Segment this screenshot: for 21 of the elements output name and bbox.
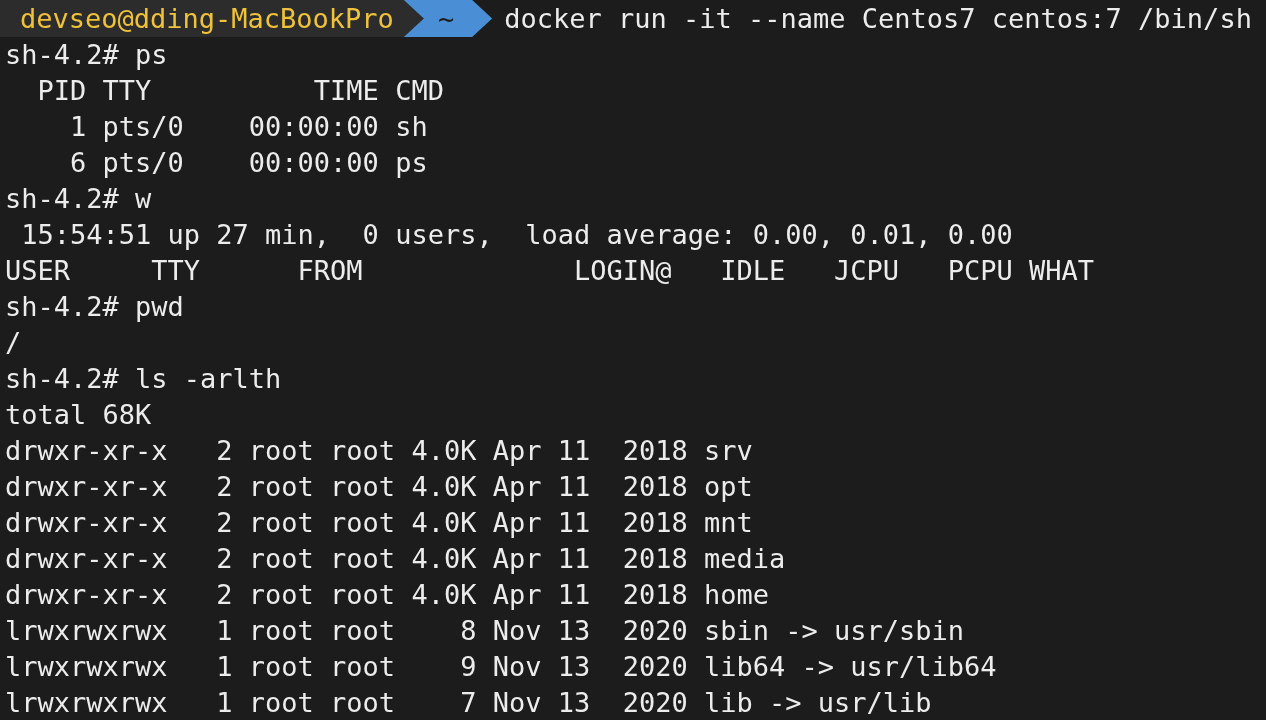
terminal-line: sh-4.2# w: [4, 182, 153, 216]
terminal-line: USER TTY FROM LOGIN@ IDLE JCPU PCPU WHAT: [4, 254, 1096, 288]
terminal-line: lrwxrwxrwx 1 root root 8 Nov 13 2020 sbin -> usr/sbin: [4, 614, 966, 648]
terminal-line: PID TTY TIME CMD: [36, 74, 445, 108]
terminal-line: drwxr-xr-x 2 root root 4.0K Apr 11 2018 srv: [4, 434, 754, 468]
terminal-line: total 68K: [4, 398, 153, 432]
terminal-line: /: [4, 326, 23, 360]
terminal-line: sh-4.2# ps: [4, 38, 169, 72]
terminal-line: sh-4.2# ls -arlth: [4, 362, 283, 396]
terminal-line: lrwxrwxrwx 1 root root 7 Nov 13 2020 lib -> usr/lib: [4, 686, 933, 720]
terminal-line: drwxr-xr-x 2 root root 4.0K Apr 11 2018 opt: [4, 470, 754, 504]
terminal-line: 15:54:51 up 27 min, 0 users, load average: 0.00, 0.01, 0.00: [20, 218, 1014, 252]
prompt-user-host: devseo@dding-MacBookPro: [0, 0, 424, 37]
terminal-line: 6 pts/0 00:00:00 ps: [69, 146, 429, 180]
terminal-line: 1 pts/0 00:00:00 sh: [69, 110, 429, 144]
command-text: docker run -it --name Centos7 centos:7 /bin/sh: [503, 2, 1252, 36]
terminal-line: sh-4.2# pwd: [4, 290, 185, 324]
terminal-line: drwxr-xr-x 2 root root 4.0K Apr 11 2018 home: [4, 578, 770, 612]
terminal-line: lrwxrwxrwx 1 root root 9 Nov 13 2020 lib64 -> usr/lib64: [4, 650, 998, 684]
terminal-line: drwxr-xr-x 2 root root 4.0K Apr 11 2018 mnt: [4, 506, 754, 540]
terminal-line: drwxr-xr-x 2 root root 4.0K Apr 11 2018 media: [4, 542, 787, 576]
